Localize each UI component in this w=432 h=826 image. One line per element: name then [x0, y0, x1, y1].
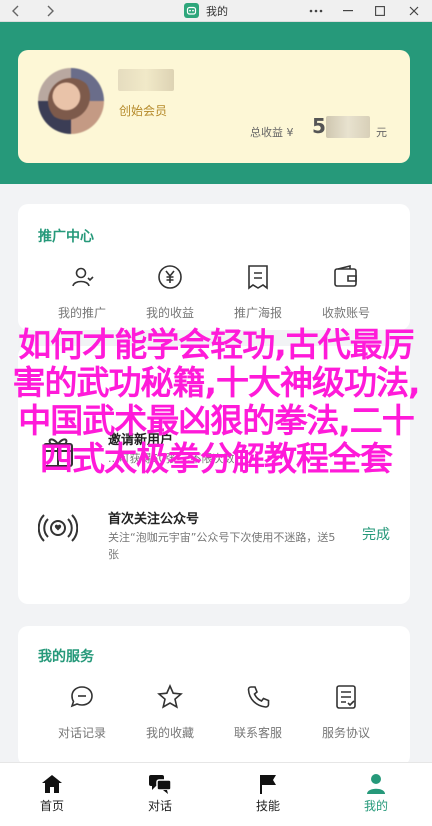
follow-desc: 关注“泡咖元宇宙”公众号下次使用不迷路，送5张 — [108, 531, 336, 561]
follow-complete-button[interactable]: 完成 — [362, 524, 390, 544]
star-icon — [155, 682, 185, 712]
invite-desc: ...可获得50张...,不限次数 — [108, 452, 235, 465]
user-icon — [346, 771, 406, 797]
earnings-redacted — [326, 116, 370, 138]
tab-label: 首页 — [39, 799, 64, 813]
wallet-icon — [331, 262, 361, 292]
minimize-icon[interactable] — [336, 0, 360, 22]
tab-label: 我的 — [363, 799, 388, 813]
promotion-card: 推广中心 我的推广 我的收益 推广海报 收款账号 — [18, 204, 410, 330]
follow-title: 首次关注公众号 — [108, 512, 200, 527]
phone-icon — [243, 682, 273, 712]
chat-record-icon — [67, 682, 97, 712]
person-icon — [67, 262, 97, 292]
back-icon[interactable] — [4, 0, 28, 22]
chat-icon — [130, 771, 190, 797]
service-item-agreement[interactable]: 服务协议 — [302, 682, 390, 741]
service-item-label: 联系客服 — [233, 726, 282, 740]
promotion-item-label: 推广海报 — [233, 306, 282, 320]
wechat-follow-icon — [37, 508, 79, 548]
promotion-item-my-earnings[interactable]: 我的收益 — [126, 262, 214, 321]
yen-coin-icon — [155, 262, 185, 292]
document-icon — [331, 682, 361, 712]
earnings-label: 总收益 ¥ — [250, 126, 294, 139]
tab-label: 技能 — [255, 799, 280, 813]
promotion-item-label: 我的收益 — [145, 306, 194, 320]
user-name-redacted — [118, 69, 174, 91]
gift-icon — [38, 430, 78, 470]
tab-skills[interactable]: 技能 — [238, 771, 298, 814]
promotion-title: 推广中心 — [38, 229, 94, 245]
avatar[interactable] — [38, 68, 104, 134]
window-titlebar: 我的 — [0, 0, 432, 22]
tab-home[interactable]: 首页 — [22, 771, 82, 814]
poster-icon — [243, 262, 273, 292]
app-logo-icon — [184, 3, 199, 18]
service-item-label: 我的收藏 — [145, 726, 194, 740]
service-item-contact[interactable]: 联系客服 — [214, 682, 302, 741]
earnings-value: 5 — [312, 114, 326, 138]
tab-mine[interactable]: 我的 — [346, 771, 406, 814]
promotion-item-poster[interactable]: 推广海报 — [214, 262, 302, 321]
more-icon[interactable] — [304, 0, 328, 22]
close-icon[interactable] — [402, 0, 426, 22]
bottom-tab-bar: 首页 对话 技能 我的 — [0, 762, 432, 826]
service-item-favorites[interactable]: 我的收藏 — [126, 682, 214, 741]
promotion-item-label: 我的推广 — [57, 306, 106, 320]
promotion-item-account[interactable]: 收款账号 — [302, 262, 390, 321]
promotion-item-my-promotion[interactable]: 我的推广 — [38, 262, 126, 321]
forward-icon[interactable] — [38, 0, 62, 22]
services-title: 我的服务 — [38, 649, 94, 665]
promotion-item-label: 收款账号 — [321, 306, 370, 320]
member-card[interactable]: 创始会员 总收益 ¥ 5 元 — [18, 50, 410, 163]
member-level: 创始会员 — [119, 104, 168, 118]
services-card: 我的服务 对话记录 我的收藏 联系客服 服务协议 — [18, 626, 410, 766]
service-item-label: 服务协议 — [321, 726, 370, 740]
earnings-unit: 元 — [376, 126, 387, 139]
home-icon — [22, 771, 82, 797]
maximize-icon[interactable] — [368, 0, 392, 22]
window-title: 我的 — [206, 5, 228, 18]
tasks-card: 邀请新用户 ...可获得50张...,不限次数 首次关注公众号 关注“泡咖元宇宙… — [18, 346, 410, 604]
tab-label: 对话 — [147, 799, 172, 813]
tab-chat[interactable]: 对话 — [130, 771, 190, 814]
flag-icon — [238, 771, 298, 797]
service-item-label: 对话记录 — [57, 726, 106, 740]
service-item-chat-records[interactable]: 对话记录 — [38, 682, 126, 741]
invite-title: 邀请新用户 — [108, 433, 174, 448]
